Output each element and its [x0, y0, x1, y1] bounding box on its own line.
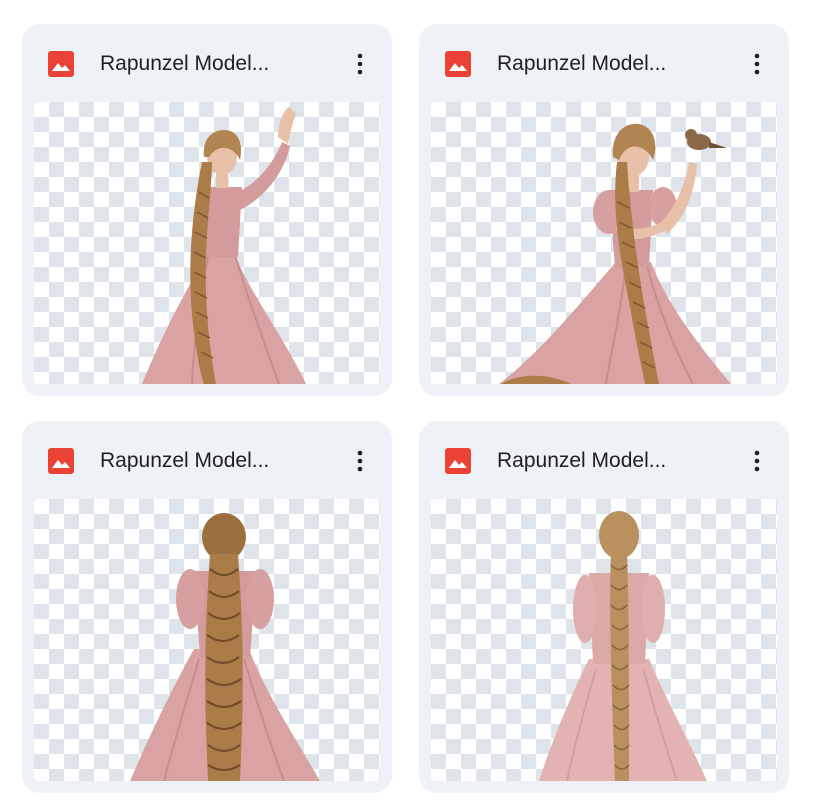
file-card-header: Rapunzel Model...: [419, 421, 789, 499]
more-vert-icon: [357, 450, 363, 472]
rapunzel-back-view-image: [130, 513, 320, 781]
rapunzel-back-view-image: [539, 511, 707, 781]
file-thumbnail[interactable]: [34, 499, 380, 781]
more-vert-icon: [754, 450, 760, 472]
file-thumbnail[interactable]: [34, 102, 380, 384]
file-card[interactable]: Rapunzel Model...: [419, 421, 789, 793]
file-card-header: Rapunzel Model...: [22, 421, 392, 499]
file-thumbnail[interactable]: [431, 102, 777, 384]
more-options-button[interactable]: [340, 44, 380, 84]
rapunzel-front-arm-raised-image: [142, 107, 306, 384]
file-title: Rapunzel Model...: [100, 449, 270, 472]
file-card[interactable]: Rapunzel Model...: [419, 24, 789, 396]
more-vert-icon: [754, 53, 760, 75]
image-file-icon: [445, 448, 471, 474]
more-vert-icon: [357, 53, 363, 75]
file-card[interactable]: Rapunzel Model...: [22, 421, 392, 793]
rapunzel-front-bird-image: [499, 123, 731, 384]
image-file-icon: [48, 51, 74, 77]
more-options-button[interactable]: [340, 441, 380, 481]
file-card[interactable]: Rapunzel Model...: [22, 24, 392, 396]
file-title: Rapunzel Model...: [100, 52, 270, 75]
file-title: Rapunzel Model...: [497, 449, 667, 472]
file-card-header: Rapunzel Model...: [22, 24, 392, 102]
image-file-icon: [48, 448, 74, 474]
more-options-button[interactable]: [737, 441, 777, 481]
image-file-icon: [445, 51, 471, 77]
more-options-button[interactable]: [737, 44, 777, 84]
file-thumbnail[interactable]: [431, 499, 777, 781]
file-grid: Rapunzel Model... Rapunzel Model... Rapu…: [0, 0, 816, 808]
file-title: Rapunzel Model...: [497, 52, 667, 75]
file-card-header: Rapunzel Model...: [419, 24, 789, 102]
